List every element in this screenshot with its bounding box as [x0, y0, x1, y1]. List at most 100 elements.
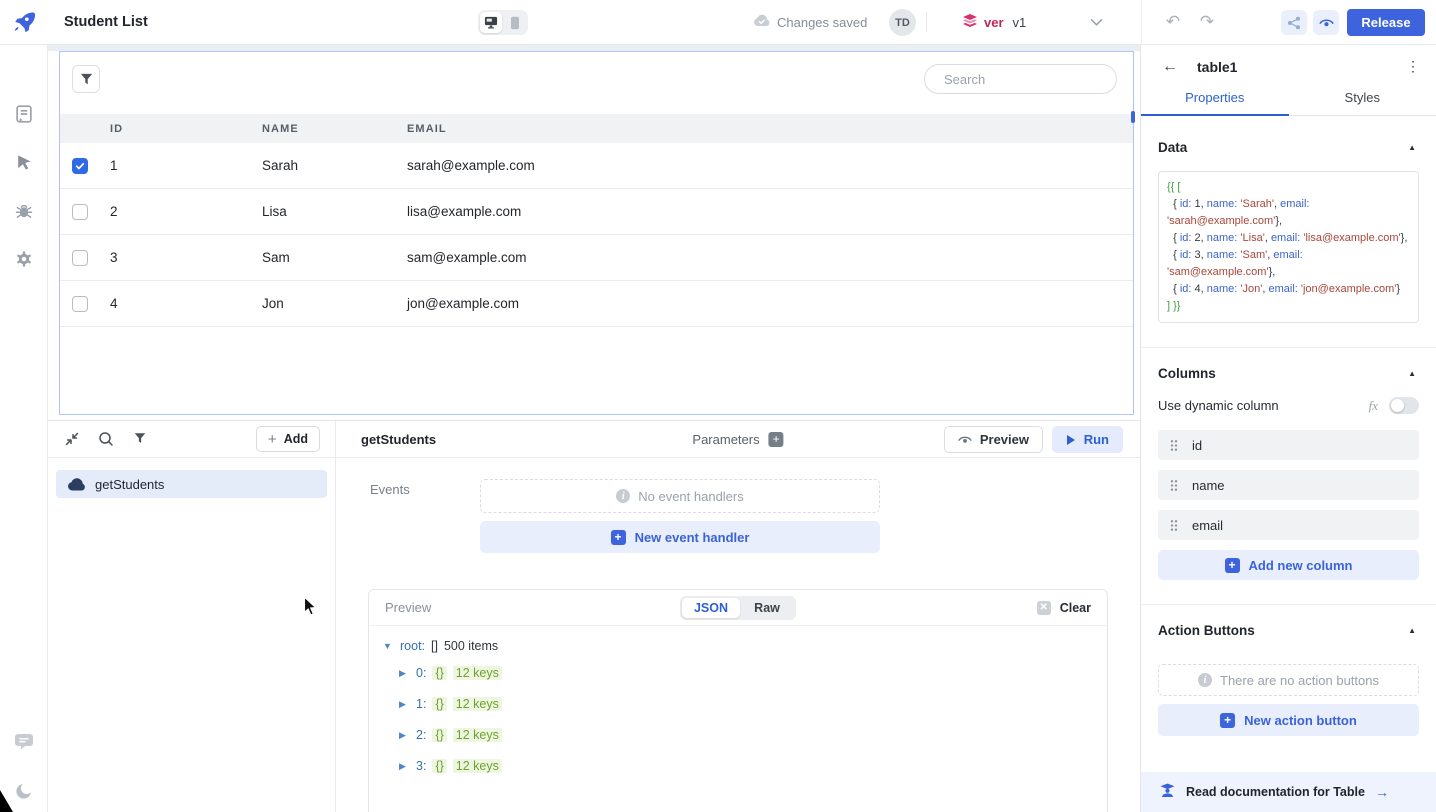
- filter-button[interactable]: [72, 65, 100, 93]
- pages-icon[interactable]: [13, 103, 35, 128]
- collapse-panel-icon[interactable]: [64, 431, 80, 450]
- cell-id: 1: [100, 158, 252, 173]
- rocket-logo[interactable]: [11, 9, 37, 35]
- query-title: getStudents: [361, 421, 436, 457]
- query-list-item[interactable]: getStudents: [56, 470, 327, 498]
- screen-corner-artifact: [0, 790, 13, 812]
- documentation-link[interactable]: Read documentation for Table →: [1141, 772, 1436, 812]
- tree-row[interactable]: ▶ 3: {} 12 keys: [399, 759, 1107, 773]
- query-editor: getStudents Parameters + Preview Run Eve…: [336, 421, 1140, 812]
- plus-icon: +: [1220, 713, 1235, 728]
- left-rail: [0, 45, 48, 812]
- drag-handle-icon[interactable]: [1170, 479, 1178, 492]
- table-row[interactable]: 4 Jon jon@example.com: [60, 281, 1133, 327]
- table-component[interactable]: IDNAMEEMAIL 1 Sarah sarah@example.com 2 …: [60, 52, 1133, 414]
- cell-email: sam@example.com: [397, 250, 1133, 265]
- cell-email: lisa@example.com: [397, 204, 1133, 219]
- new-action-button[interactable]: + New action button: [1158, 704, 1419, 736]
- table-search[interactable]: [924, 64, 1117, 94]
- plus-icon: +: [611, 530, 626, 545]
- device-toggle: [478, 10, 528, 35]
- tab-raw[interactable]: Raw: [740, 598, 794, 618]
- query-list: + Add getStudents: [48, 421, 336, 812]
- clear-button[interactable]: ✕ Clear: [1037, 601, 1091, 615]
- component-name: table1: [1197, 59, 1237, 75]
- inspector-panel: ← table1 ⋮ Properties Styles Data ▲ {{ […: [1140, 45, 1436, 812]
- cell-email: jon@example.com: [397, 296, 1133, 311]
- back-icon[interactable]: ←: [1162, 58, 1178, 76]
- divider: [1141, 0, 1142, 45]
- expand-arrow-icon[interactable]: ▶: [399, 699, 410, 710]
- cell-id: 4: [100, 296, 252, 311]
- undo-icon[interactable]: ↶: [1162, 0, 1184, 44]
- expand-arrow-icon[interactable]: ▶: [399, 668, 410, 679]
- column-item[interactable]: email: [1158, 510, 1419, 540]
- data-code[interactable]: {{ [ { id: 1, name: 'Sarah', email: 'sar…: [1158, 171, 1419, 323]
- collapse-caret-icon[interactable]: ▲: [1408, 369, 1419, 378]
- tab-properties[interactable]: Properties: [1141, 88, 1289, 115]
- tree-row[interactable]: ▶ 1: {} 12 keys: [399, 697, 1107, 711]
- cell-id: 2: [100, 204, 252, 219]
- data-section-header[interactable]: Data ▲: [1158, 116, 1419, 171]
- row-checkbox[interactable]: [72, 250, 88, 266]
- add-query-button[interactable]: + Add: [256, 426, 320, 452]
- tree-row[interactable]: ▶ 2: {} 12 keys: [399, 728, 1107, 742]
- expand-arrow-icon[interactable]: ▶: [399, 761, 410, 772]
- row-checkbox[interactable]: [72, 204, 88, 220]
- fx-icon[interactable]: fx: [1369, 398, 1378, 414]
- eye-icon: [958, 434, 972, 445]
- tab-json[interactable]: JSON: [682, 598, 740, 618]
- table-row[interactable]: 3 Sam sam@example.com: [60, 235, 1133, 281]
- column-header[interactable]: ID: [100, 123, 252, 135]
- chevron-down-icon[interactable]: [1090, 0, 1103, 44]
- eye-icon[interactable]: [1313, 10, 1339, 35]
- row-checkbox[interactable]: [72, 158, 88, 174]
- actions-section-header[interactable]: Action Buttons ▲: [1158, 605, 1419, 664]
- chat-icon[interactable]: [14, 733, 34, 754]
- table-row[interactable]: 2 Lisa lisa@example.com: [60, 189, 1133, 235]
- drag-handle-icon[interactable]: [1170, 439, 1178, 452]
- cursor-icon[interactable]: [14, 152, 34, 175]
- cell-name: Jon: [252, 296, 397, 311]
- column-header[interactable]: EMAIL: [397, 123, 1133, 135]
- version-dropdown[interactable]: ver v1: [962, 0, 1026, 44]
- mobile-icon[interactable]: [504, 12, 526, 33]
- row-checkbox[interactable]: [72, 296, 88, 312]
- expand-arrow-icon[interactable]: ▶: [399, 730, 410, 741]
- gear-icon[interactable]: [14, 249, 34, 272]
- desktop-icon[interactable]: [480, 12, 502, 33]
- query-list-toolbar: + Add: [48, 421, 335, 458]
- collapse-caret-icon[interactable]: ▲: [1408, 143, 1419, 152]
- drag-handle-icon[interactable]: [1170, 519, 1178, 532]
- tree-root-row[interactable]: ▼ root: [] 500 items: [383, 639, 1107, 653]
- avatar[interactable]: TD: [889, 9, 916, 36]
- collapse-caret-icon[interactable]: ▲: [1408, 626, 1419, 635]
- bug-icon[interactable]: [14, 201, 34, 224]
- run-button[interactable]: Run: [1052, 426, 1123, 453]
- version-prefix: ver: [984, 15, 1004, 30]
- table-row[interactable]: 1 Sarah sarah@example.com: [60, 143, 1133, 189]
- add-new-column-button[interactable]: + Add new column: [1158, 550, 1419, 580]
- search-icon[interactable]: [98, 431, 114, 450]
- moon-icon[interactable]: [14, 781, 34, 804]
- columns-section-header[interactable]: Columns ▲: [1158, 348, 1419, 395]
- share-icon[interactable]: [1281, 10, 1307, 35]
- tree-row[interactable]: ▶ 0: {} 12 keys: [399, 666, 1107, 680]
- column-item[interactable]: id: [1158, 430, 1419, 460]
- tab-styles[interactable]: Styles: [1289, 88, 1436, 115]
- column-item[interactable]: name: [1158, 470, 1419, 500]
- preview-button[interactable]: Preview: [944, 426, 1043, 453]
- inspector-tabs: Properties Styles: [1141, 88, 1436, 116]
- redo-icon[interactable]: ↷: [1196, 0, 1218, 44]
- kebab-menu-icon[interactable]: ⋮: [1406, 58, 1420, 75]
- add-parameter-icon[interactable]: +: [769, 432, 784, 447]
- canvas-top-strip: [48, 45, 1140, 51]
- dynamic-column-toggle[interactable]: [1389, 397, 1419, 414]
- column-header[interactable]: NAME: [252, 123, 397, 135]
- new-event-handler-button[interactable]: + New event handler: [480, 521, 880, 553]
- search-input[interactable]: [944, 72, 1120, 87]
- collapse-arrow-icon[interactable]: ▼: [383, 641, 394, 651]
- json-tree: ▼ root: [] 500 items ▶ 0: {} 12 keys ▶ 1…: [369, 626, 1107, 773]
- release-button[interactable]: Release: [1347, 9, 1425, 36]
- filter-icon[interactable]: [133, 431, 147, 448]
